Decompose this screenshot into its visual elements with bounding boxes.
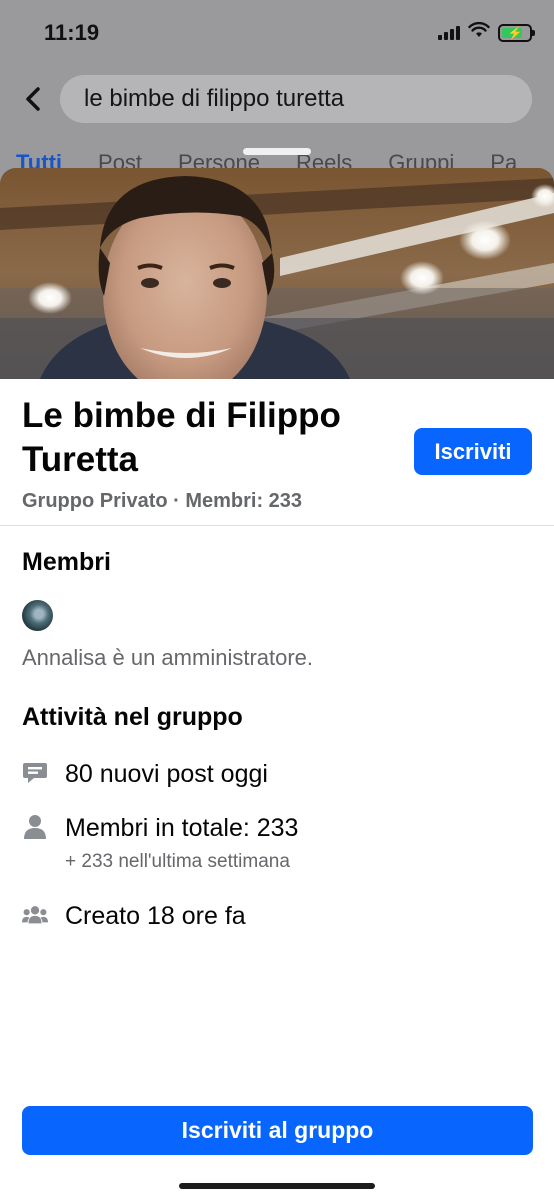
admin-note: Annalisa è un amministratore. — [22, 645, 314, 670]
chevron-left-icon — [26, 87, 40, 111]
weekly-new-members-text: + 233 nell'ultima settimana — [65, 851, 290, 872]
join-group-button[interactable]: Iscriviti al gruppo — [22, 1106, 533, 1155]
members-heading: Membri — [22, 548, 111, 576]
group-title: Le bimbe di Filippo Turetta — [22, 396, 341, 479]
join-button[interactable]: Iscriviti — [414, 428, 532, 475]
wifi-icon — [468, 21, 490, 43]
search-query-text: le bimbe di filippo turetta — [84, 85, 345, 112]
person-icon — [22, 814, 48, 840]
admin-avatar[interactable] — [22, 600, 53, 631]
group-preview-sheet: Le bimbe di Filippo Turetta Iscriviti Gr… — [0, 168, 554, 1200]
home-indicator — [179, 1183, 375, 1189]
group-people-icon — [22, 902, 48, 928]
sheet-drag-handle[interactable] — [243, 148, 311, 155]
status-time: 11:19 — [44, 20, 100, 45]
cellular-signal-icon — [438, 25, 460, 40]
group-cover-photo — [0, 168, 554, 379]
status-icons: ⚡ — [438, 21, 535, 43]
activity-created-row: Creato 18 ore fa — [22, 902, 246, 931]
total-members-text: Membri in totale: 233 — [65, 814, 299, 842]
battery-charging-icon: ⚡ — [498, 23, 535, 42]
created-text: Creato 18 ore fa — [65, 902, 246, 930]
activity-members-row: Membri in totale: 233 + 233 nell'ultima … — [22, 814, 298, 873]
activity-heading: Attività nel gruppo — [22, 703, 243, 731]
posts-today-text: 80 nuovi post oggi — [65, 760, 268, 788]
activity-posts-row: 80 nuovi post oggi — [22, 760, 268, 789]
group-privacy-member-count: Gruppo Privato · Membri: 233 — [22, 490, 303, 512]
back-button[interactable] — [18, 84, 48, 114]
chat-bubble-icon — [22, 760, 48, 786]
search-input[interactable]: le bimbe di filippo turetta — [60, 75, 532, 123]
divider — [0, 525, 554, 526]
status-bar: 11:19 ⚡ — [0, 0, 554, 66]
